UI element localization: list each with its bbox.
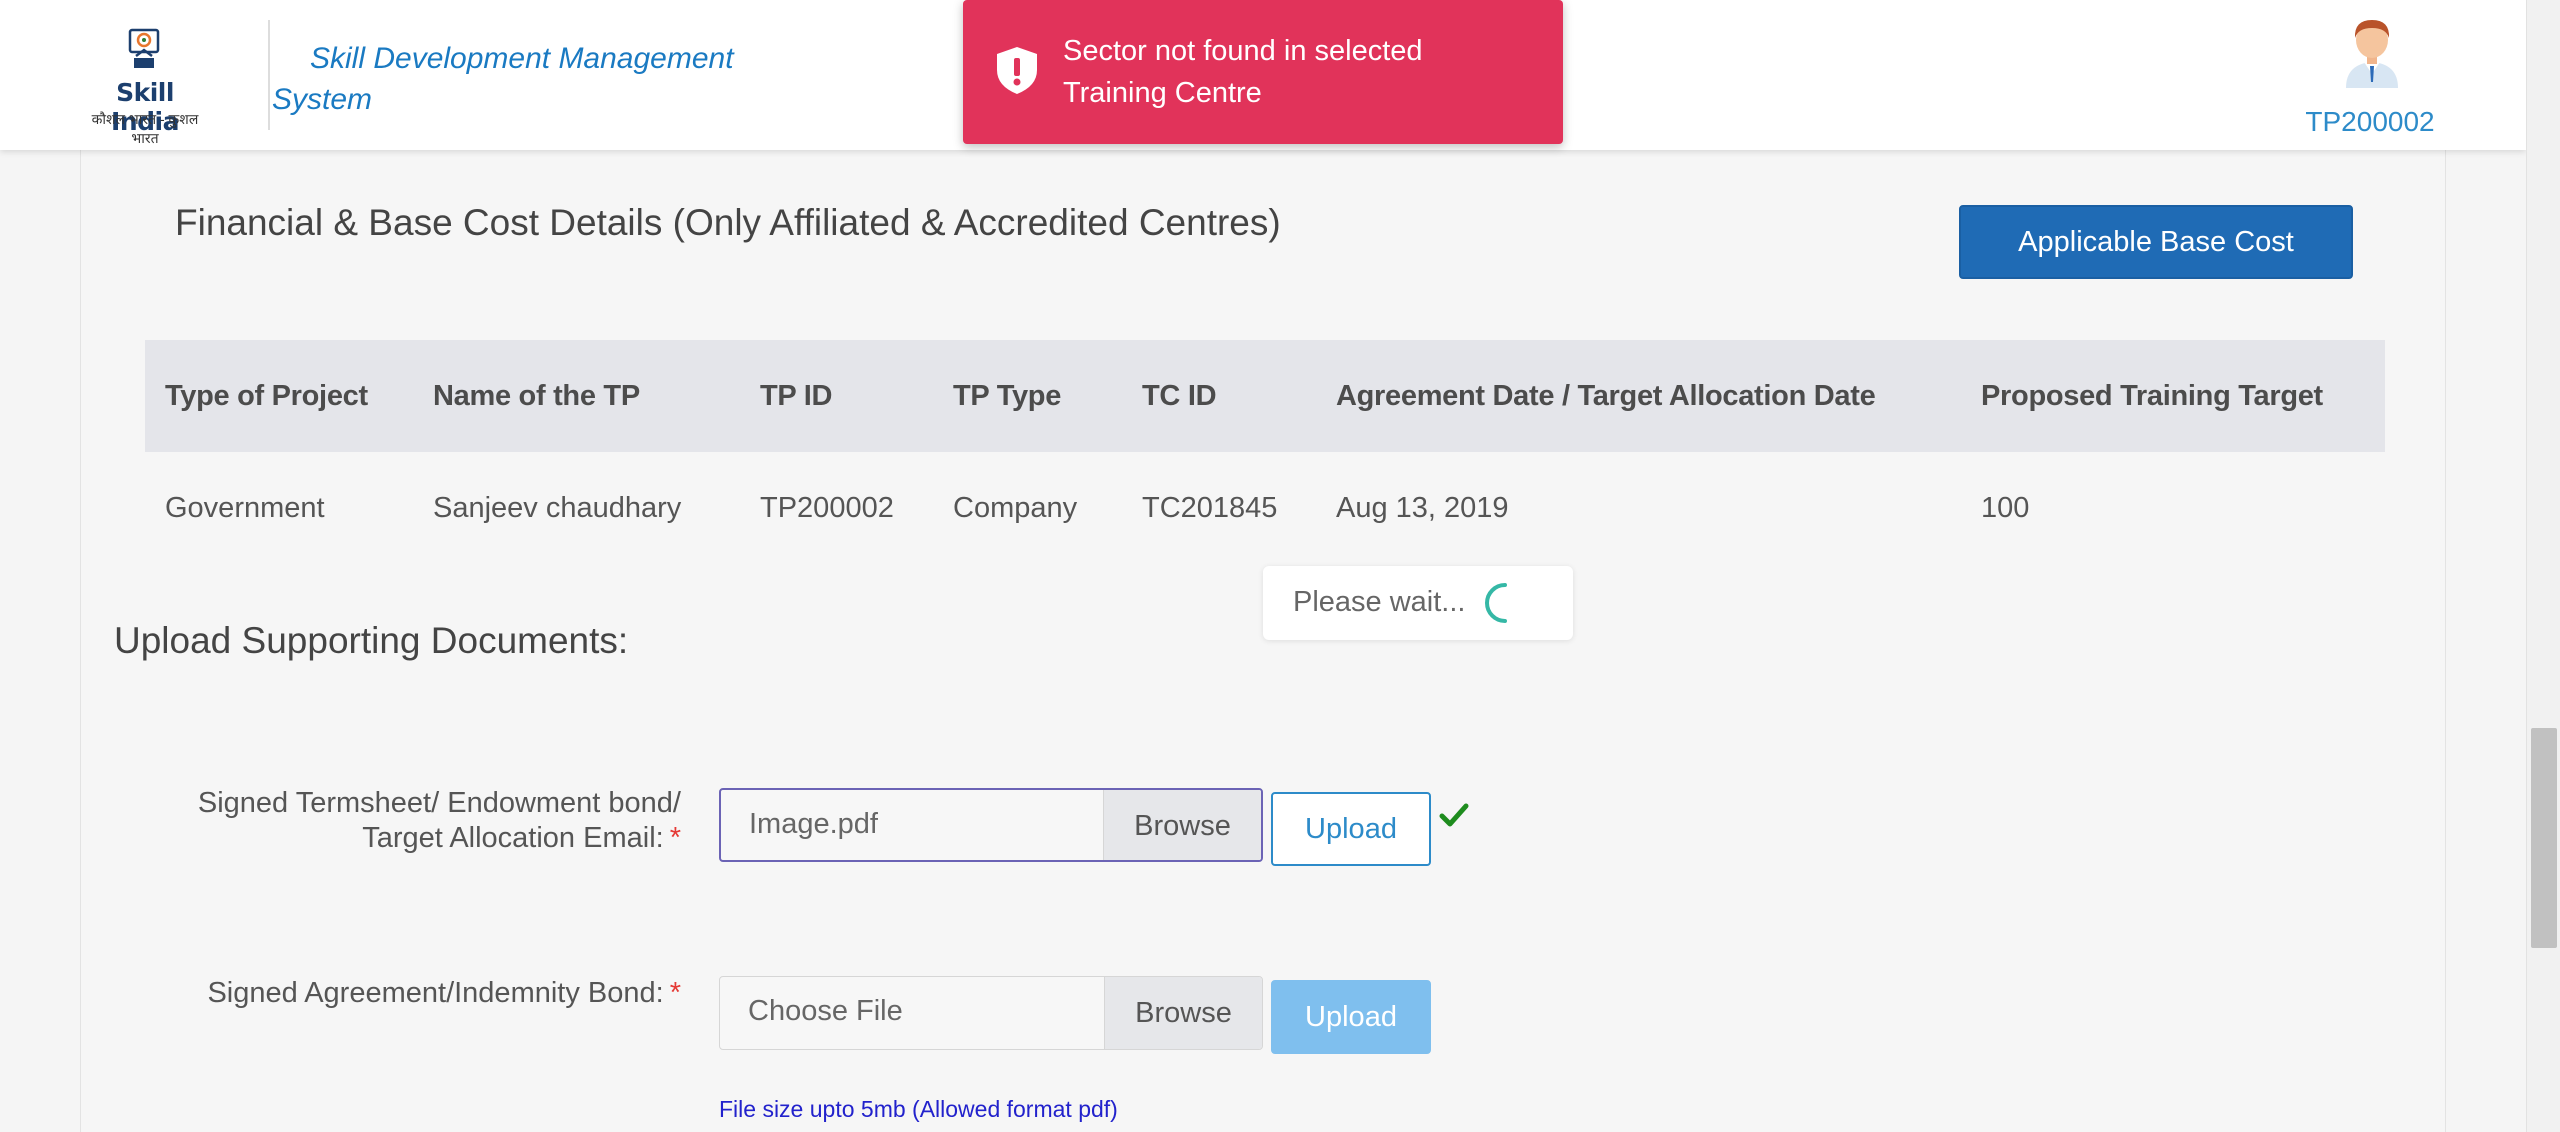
error-toast[interactable]: Sector not found in selected Training Ce…: [963, 0, 1563, 144]
termsheet-file-input[interactable]: Image.pdf Browse: [719, 788, 1263, 862]
column-header: TP ID: [740, 340, 933, 452]
agreement-field-label: Signed Agreement/Indemnity Bond: *: [81, 976, 681, 1011]
agreement-upload-button[interactable]: Upload: [1271, 980, 1431, 1054]
checkmark-icon: [1439, 803, 1469, 827]
user-id[interactable]: TP200002: [2290, 106, 2450, 138]
column-header: Agreement Date / Target Allocation Date: [1316, 340, 1961, 452]
financial-section-title: Financial & Base Cost Details (Only Affi…: [175, 202, 1281, 243]
toast-message: Sector not found in selected Training Ce…: [1063, 35, 1423, 109]
label-line: Target Allocation Email:: [362, 822, 664, 854]
main-card: Financial & Base Cost Details (Only Affi…: [80, 150, 2446, 1132]
skill-india-emblem-icon: [128, 28, 160, 68]
cell-tp-id: TP200002: [760, 491, 894, 524]
cell-agreement-date: Aug 13, 2019: [1336, 491, 1509, 524]
column-header: Type of Project: [145, 340, 413, 452]
file-placeholder: Choose File: [748, 995, 903, 1027]
table-header-row: Type of Project Name of the TP TP ID TP …: [145, 340, 2385, 452]
user-avatar-icon[interactable]: [2336, 14, 2408, 88]
scrollbar-thumb[interactable]: [2531, 728, 2557, 948]
app-title: Skill Development Management System: [272, 42, 734, 116]
skill-india-logo[interactable]: Skill India कौशल भारत - कुशल भारत: [80, 26, 210, 146]
page-scrollbar[interactable]: [2526, 0, 2560, 1132]
file-size-hint: File size upto 5mb (Allowed format pdf): [719, 1096, 1118, 1122]
termsheet-field-label: Signed Termsheet/ Endowment bond/ Target…: [81, 786, 681, 856]
spinner-icon: [1485, 583, 1507, 623]
upload-section-title: Upload Supporting Documents:: [114, 620, 629, 661]
label-line: Signed Termsheet/ Endowment bond/: [197, 787, 681, 819]
column-header: TP Type: [933, 340, 1122, 452]
loading-text: Please wait...: [1293, 586, 1466, 618]
browse-button[interactable]: Browse: [1104, 977, 1262, 1049]
table-row: Government Sanjeev chaudhary TP200002 Co…: [145, 452, 2385, 564]
column-header: Name of the TP: [413, 340, 740, 452]
applicable-base-cost-button[interactable]: Applicable Base Cost: [1959, 205, 2353, 279]
loading-indicator: Please wait...: [1263, 566, 1573, 640]
browse-button[interactable]: Browse: [1103, 790, 1261, 860]
column-header: TC ID: [1122, 340, 1316, 452]
cell-tc-id: TC201845: [1142, 491, 1278, 524]
agreement-file-input[interactable]: Choose File Browse: [719, 976, 1263, 1050]
logo-tagline: कौशल भारत - कुशल भारत: [91, 111, 199, 146]
cell-type-of-project: Government: [165, 491, 325, 524]
cell-tp-type: Company: [953, 491, 1078, 524]
required-mark: *: [669, 977, 681, 1009]
header-divider: [268, 20, 270, 130]
column-header: Proposed Training Target: [1961, 340, 2385, 452]
financial-details-table: Type of Project Name of the TP TP ID TP …: [145, 340, 2385, 564]
selected-file-name: Image.pdf: [749, 808, 878, 840]
shield-exclamation-icon: [997, 47, 1037, 94]
required-mark: *: [669, 822, 681, 854]
cell-training-target: 100: [1981, 491, 2030, 524]
cell-tp-name: Sanjeev chaudhary: [433, 491, 682, 524]
label-line: Signed Agreement/Indemnity Bond:: [207, 977, 664, 1009]
termsheet-upload-button[interactable]: Upload: [1271, 792, 1431, 866]
